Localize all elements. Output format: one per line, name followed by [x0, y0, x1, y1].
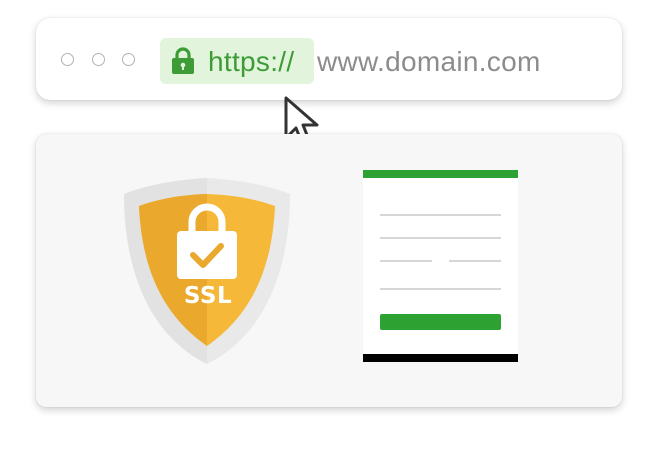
- submit-button[interactable]: [380, 314, 501, 330]
- browser-address-window: https:// www.domain.com: [36, 18, 622, 100]
- window-control-dot[interactable]: [122, 53, 135, 66]
- form-field-line[interactable]: [380, 260, 432, 262]
- form-field-line[interactable]: [380, 288, 501, 290]
- ssl-label: SSL: [183, 283, 233, 309]
- web-form: [363, 170, 518, 362]
- form-field-line[interactable]: [380, 237, 501, 239]
- shield-icon: [124, 178, 290, 364]
- lock-icon: [172, 47, 194, 74]
- url-domain[interactable]: www.domain.com: [317, 47, 541, 77]
- url-scheme: https://: [208, 46, 295, 77]
- window-control-dot[interactable]: [61, 53, 74, 66]
- secure-connection-indicator[interactable]: https://: [160, 38, 314, 84]
- window-control-dot[interactable]: [92, 53, 105, 66]
- form-field-line[interactable]: [449, 260, 501, 262]
- form-footer-bar: [363, 354, 518, 362]
- form-header-bar: [363, 170, 518, 178]
- form-field-line[interactable]: [380, 214, 501, 216]
